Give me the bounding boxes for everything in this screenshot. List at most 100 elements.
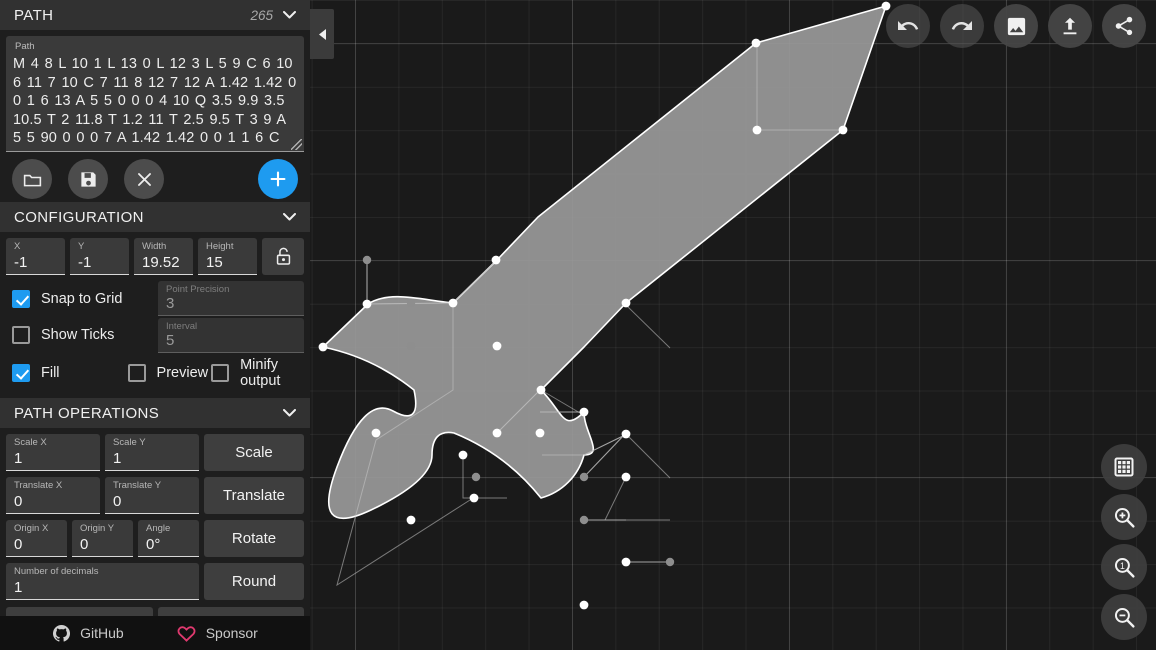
origin-y-label: Origin Y bbox=[80, 523, 115, 534]
save-icon bbox=[80, 171, 96, 187]
undo-icon bbox=[898, 21, 919, 30]
point-precision-field[interactable]: Point Precision 3 bbox=[158, 281, 304, 316]
decimals-label: Number of decimals bbox=[14, 566, 99, 577]
open-file-button[interactable] bbox=[12, 159, 52, 199]
x-field[interactable]: X -1 bbox=[6, 238, 65, 275]
translate-y-value: 0 bbox=[113, 493, 122, 510]
sidebar-footer: GitHub Sponsor bbox=[0, 616, 310, 650]
scale-y-field[interactable]: Scale Y 1 bbox=[105, 434, 199, 471]
sidebar: PATH 265 Path M 4 8 L 10 1 L 13 0 L 12 3… bbox=[0, 0, 310, 650]
preview-checkbox[interactable]: Preview bbox=[127, 355, 212, 391]
decimals-value: 1 bbox=[14, 579, 23, 596]
toggle-grid-button[interactable] bbox=[1101, 444, 1147, 490]
path-subshape-right bbox=[604, 433, 671, 521]
sidebar-collapse-button[interactable] bbox=[310, 9, 334, 59]
path-input-label: Path bbox=[15, 41, 35, 52]
chevron-left-icon bbox=[318, 28, 326, 40]
fill-checkbox[interactable]: Fill bbox=[12, 355, 96, 391]
show-ticks-checkbox[interactable]: Show Ticks bbox=[6, 317, 158, 353]
path-operations-fields: Scale X 1 Scale Y 1 Scale Translate X 0 … bbox=[0, 434, 310, 600]
resize-grip-icon[interactable] bbox=[291, 139, 302, 150]
angle-field[interactable]: Angle 0° bbox=[138, 520, 199, 557]
redo-button[interactable] bbox=[940, 4, 984, 48]
scale-x-value: 1 bbox=[14, 450, 23, 467]
origin-x-field[interactable]: Origin X 0 bbox=[6, 520, 67, 557]
zoom-in-button[interactable] bbox=[1101, 494, 1147, 540]
width-field-label: Width bbox=[142, 241, 167, 252]
angle-label: Angle bbox=[146, 523, 171, 534]
share-button[interactable] bbox=[1102, 4, 1146, 48]
sponsor-link[interactable]: Sponsor bbox=[176, 624, 258, 643]
download-button[interactable] bbox=[1048, 4, 1092, 48]
y-field-label: Y bbox=[78, 241, 85, 252]
convert-to-relative-button[interactable]: Convert to relative bbox=[6, 607, 153, 616]
sidebar-scroll-region[interactable]: PATH 265 Path M 4 8 L 10 1 L 13 0 L 12 3… bbox=[0, 0, 310, 616]
chevron-down-icon bbox=[283, 409, 296, 417]
canvas-area[interactable]: 1 bbox=[310, 0, 1156, 650]
sponsor-label: Sponsor bbox=[205, 625, 258, 641]
zoom-out-icon bbox=[1114, 607, 1135, 628]
scale-y-label: Scale Y bbox=[113, 437, 146, 448]
path-input-wrapper[interactable]: Path M 4 8 L 10 1 L 13 0 L 12 3 L 5 9 C … bbox=[6, 36, 304, 152]
round-button[interactable]: Round bbox=[204, 563, 304, 600]
convert-to-absolute-button[interactable]: Convert to absolute bbox=[157, 607, 304, 616]
path-char-count: 265 bbox=[250, 7, 273, 23]
add-command-button[interactable] bbox=[258, 159, 298, 199]
interval-field[interactable]: Interval 5 bbox=[158, 318, 304, 353]
minify-output-checkbox[interactable]: Minify output bbox=[211, 355, 304, 391]
point-precision-label: Point Precision bbox=[166, 284, 230, 295]
save-file-button[interactable] bbox=[68, 159, 108, 199]
section-header-path-operations[interactable]: PATH OPERATIONS bbox=[0, 398, 310, 428]
interval-value: 5 bbox=[166, 332, 175, 349]
unlock-icon bbox=[276, 247, 290, 265]
fill-box bbox=[12, 364, 30, 382]
y-field-value: -1 bbox=[78, 254, 92, 271]
minify-output-label: Minify output bbox=[240, 357, 281, 389]
section-title-configuration: CONFIGURATION bbox=[14, 208, 144, 226]
canvas-top-toolbar bbox=[886, 4, 1146, 48]
width-field[interactable]: Width 19.52 bbox=[134, 238, 193, 275]
app-root: 1 PATH 265 Path M 4 8 L 10 1 L 13 0 L 12… bbox=[0, 0, 1156, 650]
redo-icon bbox=[951, 21, 972, 30]
zoom-reset-button[interactable]: 1 bbox=[1101, 544, 1147, 590]
chevron-down-icon bbox=[283, 213, 296, 221]
origin-x-value: 0 bbox=[14, 536, 23, 553]
canvas-right-toolbar: 1 bbox=[1101, 444, 1147, 640]
undo-button[interactable] bbox=[886, 4, 930, 48]
path-actions-row bbox=[0, 156, 310, 202]
decimals-field[interactable]: Number of decimals 1 bbox=[6, 563, 199, 600]
github-label: GitHub bbox=[80, 625, 124, 641]
translate-x-field[interactable]: Translate X 0 bbox=[6, 477, 100, 514]
share-icon bbox=[1115, 16, 1133, 36]
snap-to-grid-box bbox=[12, 290, 30, 308]
export-image-button[interactable] bbox=[994, 4, 1038, 48]
y-field[interactable]: Y -1 bbox=[70, 238, 129, 275]
path-shape-group bbox=[318, 1, 891, 610]
origin-y-field[interactable]: Origin Y 0 bbox=[72, 520, 133, 557]
translate-button[interactable]: Translate bbox=[204, 477, 304, 514]
angle-value: 0° bbox=[146, 536, 161, 553]
translate-x-label: Translate X bbox=[14, 480, 63, 491]
path-input[interactable]: M 4 8 L 10 1 L 13 0 L 12 3 L 5 9 C 6 10 … bbox=[13, 55, 298, 151]
fill-label: Fill bbox=[41, 365, 60, 381]
editing-path-shape[interactable] bbox=[322, 5, 887, 520]
scale-button[interactable]: Scale bbox=[204, 434, 304, 471]
height-field[interactable]: Height 15 bbox=[198, 238, 257, 275]
translate-y-field[interactable]: Translate Y 0 bbox=[105, 477, 199, 514]
section-header-configuration[interactable]: CONFIGURATION bbox=[0, 202, 310, 232]
image-icon bbox=[1007, 17, 1025, 35]
point-precision-value: 3 bbox=[166, 295, 175, 312]
minify-output-box bbox=[211, 364, 230, 382]
zoom-in-icon bbox=[1114, 507, 1135, 528]
origin-x-label: Origin X bbox=[14, 523, 49, 534]
zoom-out-button[interactable] bbox=[1101, 594, 1147, 640]
rotate-button[interactable]: Rotate bbox=[204, 520, 304, 557]
x-field-value: -1 bbox=[14, 254, 28, 271]
snap-to-grid-checkbox[interactable]: Snap to Grid bbox=[6, 281, 158, 317]
aspect-lock-button[interactable] bbox=[262, 238, 304, 275]
path-canvas[interactable] bbox=[310, 0, 1156, 650]
scale-x-field[interactable]: Scale X 1 bbox=[6, 434, 100, 471]
section-header-path[interactable]: PATH 265 bbox=[0, 0, 310, 30]
clear-path-button[interactable] bbox=[124, 159, 164, 199]
github-link[interactable]: GitHub bbox=[52, 624, 124, 643]
